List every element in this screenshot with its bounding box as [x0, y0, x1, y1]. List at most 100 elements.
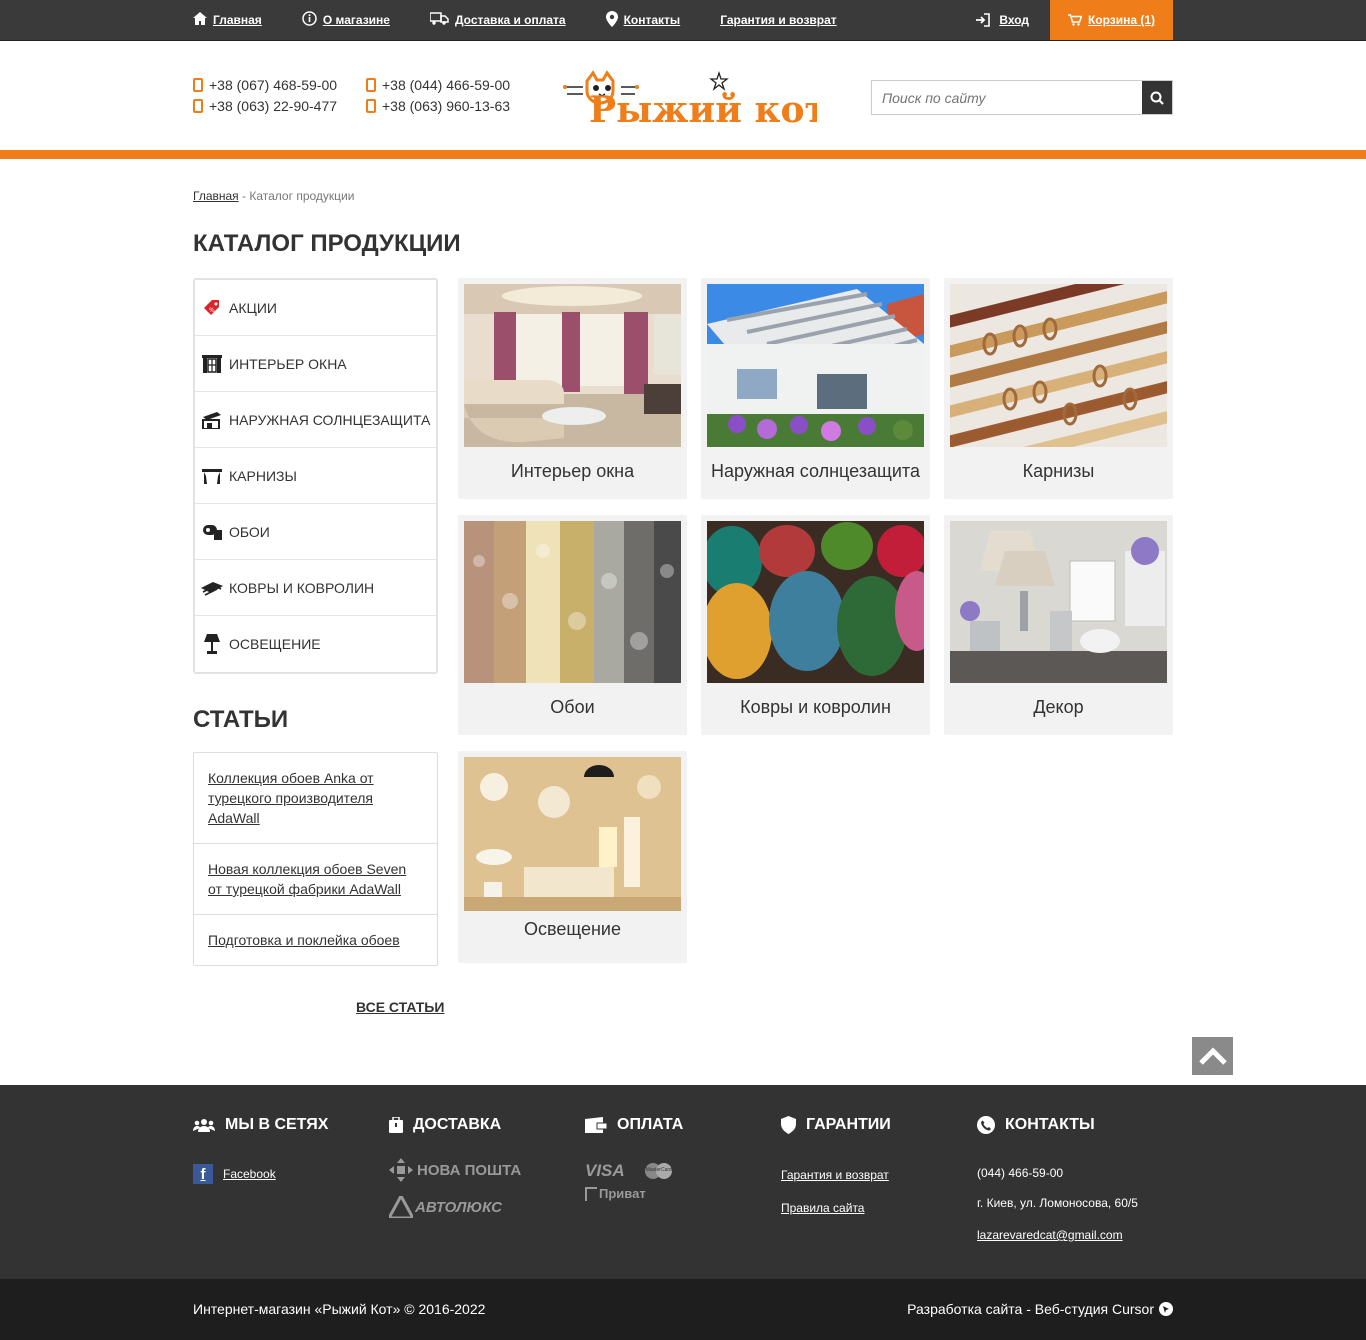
sidebar-item-wallpaper[interactable]: ОБОИ — [195, 504, 436, 560]
breadcrumb-home-link[interactable]: Главная — [193, 189, 239, 203]
logo-text: Рыжий кот — [589, 89, 817, 131]
catalog-card-window-interior[interactable]: Интерьер окна — [458, 278, 687, 499]
curtain-rod-icon — [201, 465, 223, 487]
awning-image — [707, 284, 924, 447]
mastercard-logo: MasterCard — [644, 1163, 673, 1179]
footer-phone[interactable]: (044) 466-59-00 — [977, 1166, 1138, 1180]
footer-social-title: МЫ В СЕТЯХ — [225, 1116, 329, 1133]
footer-contacts: КОНТАКТЫ (044) 466-59-00 г. Киев, ул. Ло… — [977, 1115, 1138, 1244]
decor-image — [950, 521, 1167, 683]
catalog-card-wallpaper[interactable]: Обои — [458, 515, 687, 735]
nav-contacts[interactable]: Контакты — [605, 10, 680, 30]
catalog-sidebar: % АКЦИИ ИНТЕРЬЕР ОКНА НАРУЖНАЯ СОЛНЦЕЗАЩ… — [193, 278, 438, 674]
guarantee-link[interactable]: Гарантия и возврат — [781, 1168, 889, 1182]
list-item: Подготовка и поклейка обоев — [194, 915, 437, 965]
top-bar: Главная О магазине Доставка и оплата Кон… — [0, 0, 1366, 41]
home-icon — [193, 12, 207, 28]
phone-list: +38 (067) 468-59-00 +38 (044) 466-59-00 … — [193, 77, 526, 114]
facebook-label: Facebook — [223, 1167, 276, 1181]
phone-4[interactable]: +38 (063) 960-13-63 — [366, 98, 526, 114]
facebook-link[interactable]: f Facebook — [193, 1164, 328, 1184]
article-link[interactable]: Новая коллекция обоев Seven от турецкой … — [208, 861, 406, 897]
site-rules-link[interactable]: Правила сайта — [781, 1201, 864, 1215]
developer-text: Разработка сайта - Веб-студия Cursor — [907, 1301, 1154, 1317]
site-footer: МЫ В СЕТЯХ f Facebook ДОСТАВКА НОВА ПОШТ… — [0, 1085, 1366, 1279]
sidebar-item-label: ОБОИ — [229, 523, 270, 540]
login-icon — [975, 13, 991, 27]
wallpaper-roll-icon — [201, 521, 223, 543]
phone-4-text: +38 (063) 960-13-63 — [382, 98, 511, 114]
list-item: Новая коллекция обоев Seven от турецкой … — [194, 844, 437, 915]
chevron-up-icon — [1198, 1046, 1228, 1066]
site-header: +38 (067) 468-59-00 +38 (044) 466-59-00 … — [0, 41, 1366, 159]
footer-email-link[interactable]: lazarevaredcat@gmail.com — [977, 1228, 1123, 1242]
catalog-card-label: Интерьер окна — [510, 461, 635, 481]
lighting-image — [464, 757, 681, 911]
scroll-to-top-button[interactable] — [1192, 1037, 1233, 1075]
sidebar-item-lighting[interactable]: ОСВЕЩЕНИЕ — [195, 616, 436, 672]
breadcrumb: Главная - Каталог продукции — [193, 189, 354, 203]
phone-1[interactable]: +38 (067) 468-59-00 — [193, 77, 366, 93]
nav-about-label: О магазине — [322, 13, 390, 27]
nav-delivery[interactable]: Доставка и оплата — [429, 12, 566, 28]
developer-link[interactable]: Разработка сайта - Веб-студия Cursor — [907, 1301, 1173, 1317]
bottom-bar: Интернет-магазин «Рыжий Кот» © 2016-2022… — [0, 1279, 1366, 1340]
catalog-card-label: Наружная солнцезащита — [711, 461, 920, 481]
sidebar-item-sales[interactable]: % АКЦИИ — [195, 280, 436, 336]
catalog-card-label: Обои — [550, 697, 595, 717]
page-title: КАТАЛОГ ПРОДУКЦИИ — [193, 230, 461, 257]
privat-text: Приват — [599, 1186, 646, 1201]
list-item: Коллекция обоев Anka от турецкого произв… — [194, 753, 437, 844]
search-box — [871, 80, 1173, 115]
nav-guarantee[interactable]: Гарантия и возврат — [720, 13, 836, 27]
sidebar-item-window-interior[interactable]: ИНТЕРЬЕР ОКНА — [195, 336, 436, 392]
catalog-card-outdoor-sunscreen[interactable]: Наружная солнцезащита — [701, 278, 930, 499]
awning-icon — [201, 409, 223, 431]
sidebar-item-label: ОСВЕЩЕНИЕ — [229, 636, 321, 652]
map-pin-icon — [605, 10, 618, 30]
sidebar-item-curtain-rods[interactable]: КАРНИЗЫ — [195, 448, 436, 504]
sale-tag-icon: % — [201, 297, 223, 319]
article-link[interactable]: Подготовка и поклейка обоев — [208, 932, 400, 948]
sidebar-item-outdoor-sunscreen[interactable]: НАРУЖНАЯ СОЛНЦЕЗАЩИТА — [195, 392, 436, 448]
cart-button[interactable]: Корзина (1) — [1050, 0, 1173, 40]
article-link[interactable]: Коллекция обоев Anka от турецкого произв… — [208, 770, 374, 826]
search-button[interactable] — [1142, 81, 1172, 114]
phone-2[interactable]: +38 (044) 466-59-00 — [366, 77, 526, 93]
phone-3[interactable]: +38 (063) 22-90-477 — [193, 98, 366, 114]
carpet-rolls-image — [707, 521, 924, 683]
nav-guarantee-label: Гарантия и возврат — [720, 13, 837, 27]
footer-social: МЫ В СЕТЯХ f Facebook — [193, 1115, 328, 1184]
users-icon — [193, 1118, 215, 1132]
svg-text:%: % — [209, 307, 215, 314]
all-articles-link[interactable]: ВСЕ СТАТЬИ — [356, 999, 444, 1015]
breadcrumb-separator: - — [238, 189, 250, 203]
catalog-card-curtain-rods[interactable]: Карнизы — [944, 278, 1173, 499]
login-link[interactable]: Вход — [975, 13, 1029, 27]
sidebar-item-label: НАРУЖНАЯ СОЛНЦЕЗАЩИТА — [229, 411, 431, 428]
nav-about[interactable]: О магазине — [302, 11, 390, 29]
phone-1-text: +38 (067) 468-59-00 — [209, 77, 338, 93]
articles-list: Коллекция обоев Anka от турецкого произв… — [193, 752, 438, 966]
shield-icon — [781, 1116, 796, 1134]
catalog-card-label: Освещение — [524, 919, 621, 939]
wallet-icon — [585, 1117, 607, 1133]
window-icon — [201, 353, 223, 375]
avtolux-logo: АВТОЛЮКС — [389, 1196, 521, 1218]
footer-guarantee: ГАРАНТИИ Гарантия и возврат Правила сайт… — [781, 1115, 891, 1217]
mastercard-text: MasterCard — [645, 1167, 672, 1173]
breadcrumb-current: Каталог продукции — [249, 189, 355, 203]
search-input[interactable] — [872, 81, 1142, 114]
sidebar-item-label: ИНТЕРЬЕР ОКНА — [229, 355, 347, 372]
copyright-text: Интернет-магазин «Рыжий Кот» © 2016-2022 — [193, 1301, 486, 1317]
catalog-card-lighting[interactable]: Освещение — [458, 751, 687, 963]
truck-icon — [429, 12, 449, 28]
catalog-card-decor[interactable]: Декор — [944, 515, 1173, 735]
lamp-icon — [201, 633, 223, 655]
sidebar-item-carpets[interactable]: КОВРЫ И КОВРОЛИН — [195, 560, 436, 616]
catalog-card-carpets[interactable]: Ковры и ковролин — [701, 515, 930, 735]
site-logo[interactable]: Рыжий кот — [563, 67, 827, 131]
payment-logos: VISA MasterCard — [585, 1161, 683, 1181]
nav-home[interactable]: Главная — [193, 12, 262, 28]
cart-label: Корзина (1) — [1087, 13, 1156, 27]
